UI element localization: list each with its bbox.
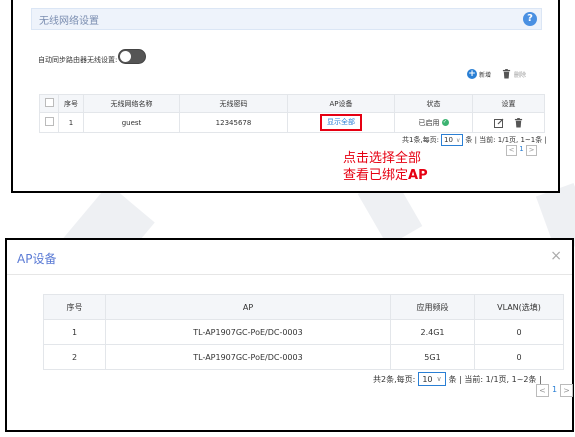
select-all-header[interactable] bbox=[39, 94, 59, 113]
band: 5G1 bbox=[390, 344, 475, 370]
edit-icon[interactable] bbox=[493, 118, 504, 128]
per-page-select[interactable]: 10 ∨ bbox=[441, 134, 464, 146]
wireless-table: 序号 无线网络名称 无线密码 AP设备 状态 设置 1 guest 123456… bbox=[39, 94, 545, 133]
delete-button[interactable]: 删除 bbox=[502, 69, 526, 79]
table-header-row: 序号 AP 应用频段 VLAN(选填) bbox=[43, 294, 564, 320]
column-header: 应用频段 bbox=[390, 294, 475, 320]
annotation-line-1: 点击选择全部 bbox=[343, 151, 422, 166]
status-cell: 已启用 ✓ bbox=[394, 112, 473, 133]
next-page-button[interactable]: > bbox=[560, 384, 573, 397]
vlan[interactable]: 0 bbox=[474, 319, 564, 345]
table-row: 1 guest 12345678 显示全部 已启用 ✓ bbox=[39, 112, 545, 133]
prev-page-button[interactable]: < bbox=[506, 145, 517, 156]
page-number[interactable]: 1 bbox=[549, 384, 560, 395]
row-checkbox-cell[interactable] bbox=[39, 112, 59, 133]
panel-title: 无线网络设置 bbox=[39, 16, 99, 27]
pagination-info: 条 | 当前: 1/1页, 1~2条 | bbox=[448, 374, 542, 384]
trash-icon[interactable] bbox=[514, 117, 523, 128]
ap-table: 序号 AP 应用频段 VLAN(选填) 1 TL-AP1907GC-PoE/DC… bbox=[43, 294, 564, 370]
per-page-select[interactable]: 10 ∨ bbox=[418, 372, 446, 386]
plus-icon: + bbox=[467, 69, 477, 79]
column-header: AP设备 bbox=[287, 94, 395, 113]
column-header: VLAN(选填) bbox=[474, 294, 564, 320]
per-page-value: 10 bbox=[422, 374, 433, 384]
row-checkbox[interactable] bbox=[44, 117, 54, 126]
table-row: 1 TL-AP1907GC-PoE/DC-0003 2.4G1 0 bbox=[43, 319, 564, 345]
delete-label: 删除 bbox=[514, 71, 527, 79]
per-page-value: 10 bbox=[444, 136, 453, 144]
page-buttons: < 1 > bbox=[506, 145, 537, 156]
page-number[interactable]: 1 bbox=[517, 145, 526, 154]
select-all-checkbox[interactable] bbox=[44, 98, 54, 107]
column-header: 序号 bbox=[43, 294, 106, 320]
ap-name: TL-AP1907GC-PoE/DC-0003 bbox=[105, 319, 391, 345]
dialog-title: AP设备 bbox=[17, 252, 57, 266]
page-buttons: < 1 > bbox=[536, 384, 573, 397]
band: 2.4G1 bbox=[390, 319, 475, 345]
pagination-info: 条 | 当前: 1/1页, 1~1条 | bbox=[465, 136, 547, 144]
trash-icon bbox=[502, 69, 511, 79]
ap-cell: 显示全部 bbox=[287, 112, 395, 133]
chevron-down-icon: ∨ bbox=[455, 136, 461, 144]
ap-name: TL-AP1907GC-PoE/DC-0003 bbox=[105, 344, 391, 370]
column-header: 设置 bbox=[472, 94, 545, 113]
panel-header: 无线网络设置 ? bbox=[31, 8, 542, 30]
prev-page-button[interactable]: < bbox=[536, 384, 549, 397]
annotation-line-2-text: 查看已绑定 bbox=[343, 168, 409, 183]
table-row: 2 TL-AP1907GC-PoE/DC-0003 5G1 0 bbox=[43, 344, 564, 370]
column-header: 序号 bbox=[58, 94, 84, 113]
row-index: 1 bbox=[43, 319, 106, 345]
row-index: 2 bbox=[43, 344, 106, 370]
column-header: 状态 bbox=[394, 94, 473, 113]
password-cell: 12345678 bbox=[179, 112, 288, 133]
table-header-row: 序号 无线网络名称 无线密码 AP设备 状态 设置 bbox=[39, 94, 545, 113]
row-index: 1 bbox=[58, 112, 84, 133]
pagination-total: 共1条,每页: bbox=[402, 136, 440, 144]
status-text: 已启用 bbox=[418, 118, 440, 127]
annotation-line-2: 查看已绑定AP bbox=[343, 167, 428, 184]
settings-cell bbox=[472, 112, 545, 133]
chevron-down-icon: ∨ bbox=[436, 375, 442, 383]
sync-toggle[interactable] bbox=[118, 49, 146, 64]
pagination: 共2条,每页: 10 ∨ 条 | 当前: 1/1页, 1~2条 | bbox=[373, 372, 542, 386]
show-all-ap-link[interactable]: 显示全部 bbox=[320, 114, 362, 131]
add-label: 新增 bbox=[479, 71, 492, 79]
sync-label: 自动同步路由器无线设置: bbox=[38, 56, 118, 64]
check-circle-icon: ✓ bbox=[441, 119, 449, 126]
annotation-line-2-bold: AP bbox=[408, 168, 428, 183]
toggle-knob bbox=[120, 51, 131, 62]
wireless-settings-panel: 无线网络设置 ? 自动同步路由器无线设置: + 新增 删除 序号 无线网络名称 … bbox=[11, 0, 560, 193]
ap-device-dialog: AP设备 × 序号 AP 应用频段 VLAN(选填) 1 TL-AP1907GC… bbox=[5, 238, 574, 432]
close-icon[interactable]: × bbox=[550, 248, 562, 264]
column-header: AP bbox=[105, 294, 391, 320]
column-header: 无线密码 bbox=[179, 94, 288, 113]
vlan[interactable]: 0 bbox=[474, 344, 564, 370]
annotation-text: 点击选择全部 查看已绑定AP bbox=[343, 150, 428, 184]
pagination-total: 共2条,每页: bbox=[373, 374, 416, 384]
help-icon[interactable]: ? bbox=[523, 12, 537, 26]
ssid-cell: guest bbox=[83, 112, 180, 133]
column-header: 无线网络名称 bbox=[83, 94, 180, 113]
next-page-button[interactable]: > bbox=[526, 145, 537, 156]
add-button[interactable]: + 新增 bbox=[467, 69, 491, 79]
dialog-divider bbox=[7, 274, 572, 275]
